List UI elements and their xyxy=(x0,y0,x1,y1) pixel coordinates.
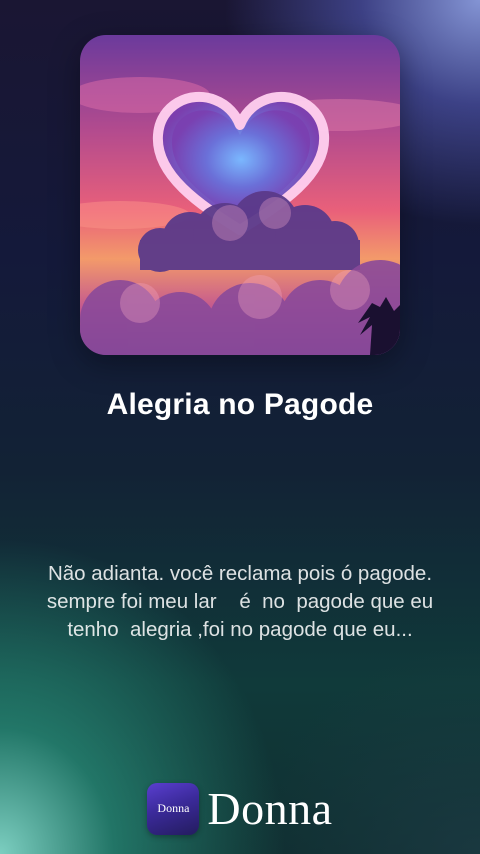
app-icon-label: Donna xyxy=(157,801,190,815)
donna-app-icon: Donna xyxy=(147,782,200,835)
brand-logo: Donna Donna xyxy=(0,782,480,835)
brand-name: Donna xyxy=(207,783,333,834)
lyrics-line: Não adianta. você reclama pois ó pagode. xyxy=(47,562,433,585)
song-title: Alegria no Pagode xyxy=(106,388,374,421)
lyrics-line: sempre foi meu lar é no pagode que eu xyxy=(46,590,434,613)
lyrics-line: tenho alegria ,foi no pagode que eu... xyxy=(67,618,413,641)
lyrics-preview: Não adianta. você reclama pois ó pagode.… xyxy=(10,560,470,644)
album-artwork xyxy=(80,35,400,355)
